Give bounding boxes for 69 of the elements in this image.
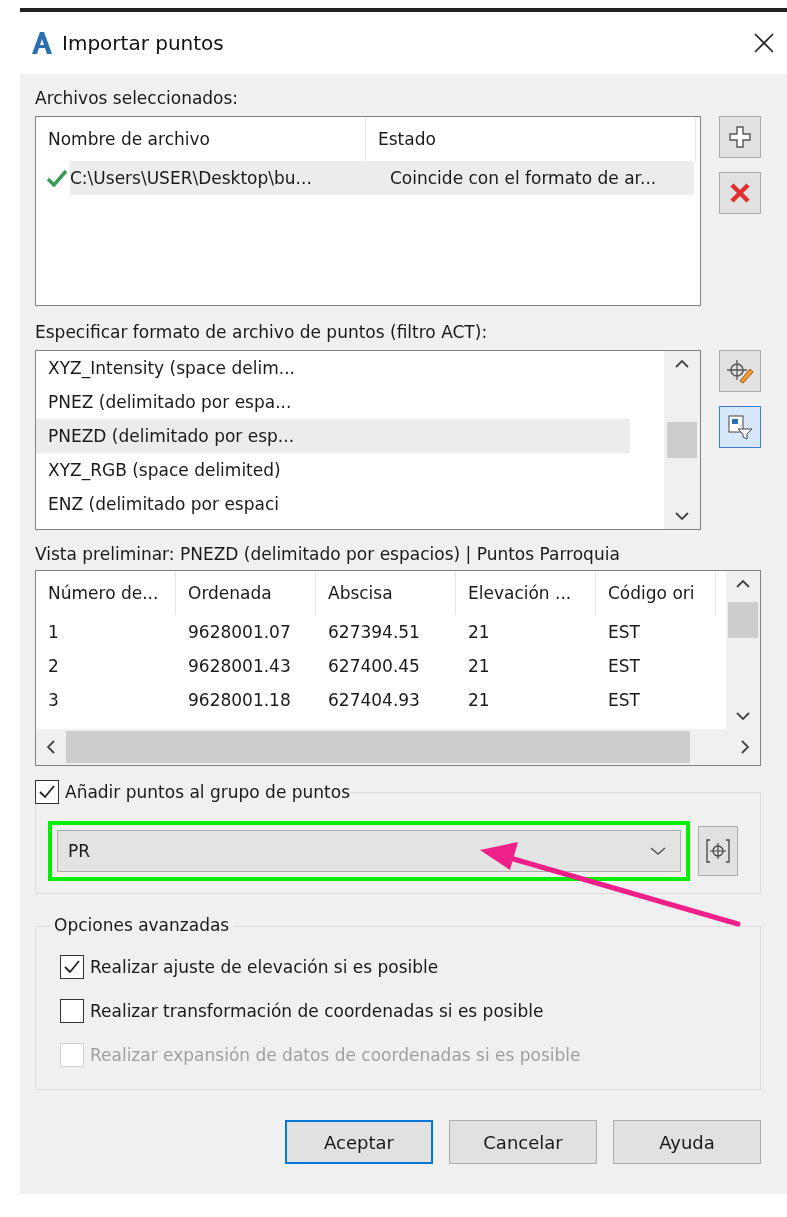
table-cell-text: 1	[47, 622, 60, 642]
scroll-thumb[interactable]	[66, 731, 690, 763]
point-group-dropdown[interactable]: PR	[57, 830, 681, 872]
close-icon[interactable]	[753, 32, 775, 54]
table-cell-text: EST	[607, 622, 641, 642]
checkbox[interactable]	[60, 955, 84, 979]
scroll-down-icon[interactable]	[735, 711, 751, 721]
table-cell-text: 3	[47, 690, 60, 710]
table-cell-text: 627400.45	[327, 656, 421, 676]
add-button[interactable]	[719, 116, 761, 158]
checkbox-label: Realizar ajuste de elevación si es posible	[90, 957, 439, 977]
dialog-button[interactable]: Cancelar	[449, 1120, 597, 1164]
table-cell-text: C:\Users\USER\Desktop\bu...	[70, 168, 313, 188]
table-cell-text: 627394.51	[327, 622, 421, 642]
table-cell-text: 21	[467, 622, 491, 642]
file-row[interactable]: C:\Users\USER\Desktop\bu... Coincide con el formato de ar...	[70, 161, 694, 195]
table-cell-text: 9628001.07	[187, 622, 292, 642]
scroll-down-icon[interactable]	[674, 511, 690, 521]
column-header[interactable]: Código ori	[596, 571, 716, 615]
scroll-thumb[interactable]	[728, 602, 758, 638]
panel-title: Opciones avanzadas	[50, 915, 234, 935]
target-icon	[705, 837, 731, 865]
format-item[interactable]: PNEZ (delimitado por espa...	[36, 385, 630, 419]
format-item[interactable]: XYZ_RGB (space delimited)	[36, 453, 630, 487]
filter-icon	[726, 413, 754, 441]
dialog-button[interactable]: Ayuda	[613, 1120, 761, 1164]
scroll-left-icon[interactable]	[46, 739, 56, 755]
table-cell-text: 9628001.43	[187, 656, 292, 676]
dialog-button[interactable]: Aceptar	[285, 1120, 433, 1164]
scroll-up-icon[interactable]	[735, 579, 751, 589]
edit-format-button[interactable]	[719, 350, 761, 392]
app-logo-icon	[30, 30, 54, 56]
horizontal-scrollbar[interactable]	[36, 729, 760, 765]
window-title: Importar puntos	[62, 31, 225, 55]
x-icon	[729, 182, 751, 204]
format-item[interactable]: ENZ (delimitado por espaci	[36, 487, 630, 521]
table-cell-text: 627404.93	[327, 690, 421, 710]
column-header[interactable]: Elevación ...	[456, 571, 596, 615]
remove-button[interactable]	[719, 172, 761, 214]
format-label: Especificar formato de archivo de puntos (filtro ACT):	[35, 322, 489, 342]
checkbox-label: Realizar transformación de coordenadas si es posible	[90, 1001, 544, 1021]
scroll-right-icon[interactable]	[740, 739, 750, 755]
scroll-up-icon[interactable]	[674, 359, 690, 369]
column-header[interactable]: Abscisa	[316, 571, 456, 615]
scrollbar[interactable]	[664, 351, 700, 529]
table-cell-text: 21	[467, 656, 491, 676]
pick-button[interactable]	[698, 826, 738, 876]
table-cell-text: 9628001.18	[187, 690, 292, 710]
format-item[interactable]: XYZ_Intensity (space delim...	[36, 351, 630, 385]
scrollbar[interactable]	[726, 571, 760, 729]
column-header[interactable]: Ordenada	[176, 571, 316, 615]
format-item[interactable]: PNEZD (delimitado por esp...	[36, 419, 630, 453]
chevron-down-icon	[650, 846, 666, 856]
checkbox-label: Añadir puntos al grupo de puntos	[65, 782, 350, 802]
scroll-thumb[interactable]	[667, 422, 697, 458]
table-cell-text: 21	[467, 690, 491, 710]
plus-icon	[728, 125, 752, 149]
table-cell-text: 2	[47, 656, 60, 676]
files-label: Archivos seleccionados:	[35, 88, 240, 108]
filter-button[interactable]	[719, 406, 761, 448]
table-cell-text: EST	[607, 690, 641, 710]
table-cell-text: Coincide con el formato de ar...	[389, 168, 657, 188]
preview-label: Vista preliminar: PNEZD (delimitado por espacios) | Puntos Parroquia	[35, 544, 621, 564]
column-header[interactable]: Número de...	[36, 571, 176, 615]
checkbox[interactable]	[60, 999, 84, 1023]
table-cell-text: EST	[607, 656, 641, 676]
checkbox[interactable]	[35, 780, 59, 804]
pencil-target-icon	[726, 357, 754, 385]
checkbox-label: Realizar expansión de datos de coordenadas si es posible	[90, 1045, 581, 1065]
